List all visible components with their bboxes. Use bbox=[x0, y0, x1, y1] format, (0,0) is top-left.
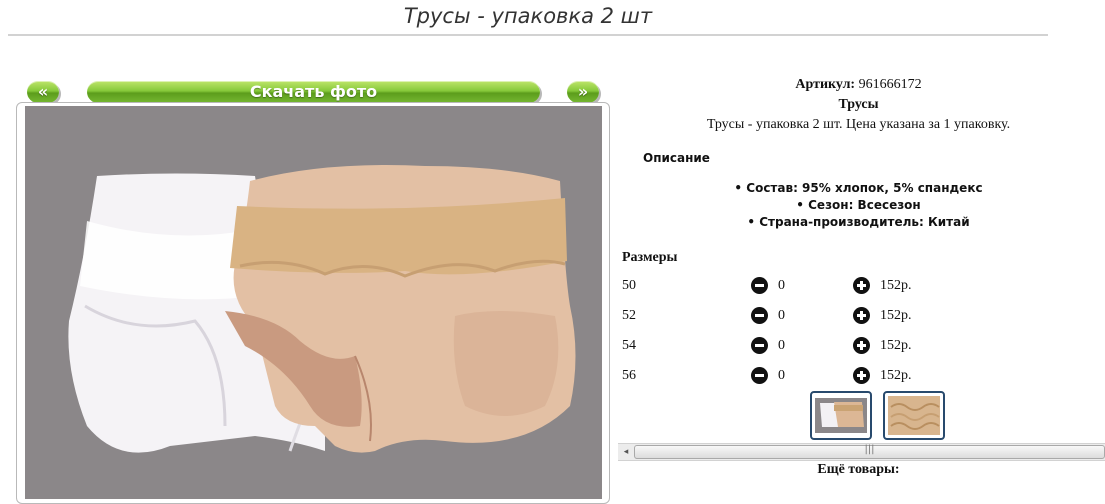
price-value: 152р. bbox=[880, 368, 912, 383]
prev-photo-button[interactable]: « bbox=[27, 81, 59, 103]
scroll-thumb[interactable]: ||| bbox=[634, 444, 1105, 459]
price-value: 152р. bbox=[880, 338, 912, 353]
article-value: 961666172 bbox=[858, 77, 922, 92]
underwear-illustration bbox=[68, 165, 576, 453]
sizes-heading: Размеры bbox=[622, 250, 678, 265]
increase-icon[interactable] bbox=[853, 337, 870, 354]
size-label: 56 bbox=[622, 368, 636, 383]
decrease-icon[interactable] bbox=[751, 367, 768, 384]
size-row: 56 0 152р. bbox=[612, 367, 1105, 387]
feature-item: • Сезон: Всесезон bbox=[796, 198, 921, 212]
feature-item: • Страна-производитель: Китай bbox=[747, 215, 970, 229]
size-label: 52 bbox=[622, 308, 636, 323]
thumbnail-pair-icon bbox=[815, 398, 867, 433]
decrease-icon[interactable] bbox=[751, 337, 768, 354]
increase-icon[interactable] bbox=[853, 277, 870, 294]
scroll-left-icon[interactable]: ◂ bbox=[620, 445, 632, 459]
price-value: 152р. bbox=[880, 278, 912, 293]
size-label: 50 bbox=[622, 278, 636, 293]
decrease-icon[interactable] bbox=[751, 277, 768, 294]
horizontal-scrollbar[interactable]: ◂ ||| bbox=[618, 443, 1105, 461]
more-products-heading: Ещё товары: bbox=[817, 462, 900, 477]
grip-icon: ||| bbox=[864, 444, 875, 455]
decrease-icon[interactable] bbox=[751, 307, 768, 324]
next-photo-button[interactable]: » bbox=[567, 81, 599, 103]
thumbnail-pair-photo[interactable] bbox=[810, 391, 872, 440]
thumbnail-lace-icon bbox=[888, 396, 940, 435]
price-value: 152р. bbox=[880, 308, 912, 323]
product-info: Артикул: 961666172 Трусы Трусы - упаковк… bbox=[612, 0, 1105, 486]
size-row: 50 0 152р. bbox=[612, 277, 1105, 297]
increase-icon[interactable] bbox=[853, 367, 870, 384]
thumbnail-lace-detail[interactable] bbox=[883, 391, 945, 440]
quantity-value: 0 bbox=[778, 368, 785, 383]
download-photo-button[interactable]: Скачать фото bbox=[87, 81, 540, 103]
size-label: 54 bbox=[622, 338, 636, 353]
product-photo[interactable] bbox=[25, 106, 602, 499]
product-name: Трусы bbox=[838, 97, 879, 112]
description-heading: Описание bbox=[643, 151, 710, 165]
article-label: Артикул: bbox=[795, 77, 856, 92]
feature-item: • Состав: 95% хлопок, 5% спандекс bbox=[734, 181, 983, 195]
size-row: 52 0 152р. bbox=[612, 307, 1105, 327]
quantity-value: 0 bbox=[778, 338, 785, 353]
size-row: 54 0 152р. bbox=[612, 337, 1105, 357]
increase-icon[interactable] bbox=[853, 307, 870, 324]
article-line: Артикул: 961666172 bbox=[612, 77, 1105, 93]
photo-frame bbox=[16, 102, 610, 504]
product-subtitle: Трусы - упаковка 2 шт. Цена указана за 1… bbox=[706, 117, 1011, 132]
quantity-value: 0 bbox=[778, 278, 785, 293]
quantity-value: 0 bbox=[778, 308, 785, 323]
